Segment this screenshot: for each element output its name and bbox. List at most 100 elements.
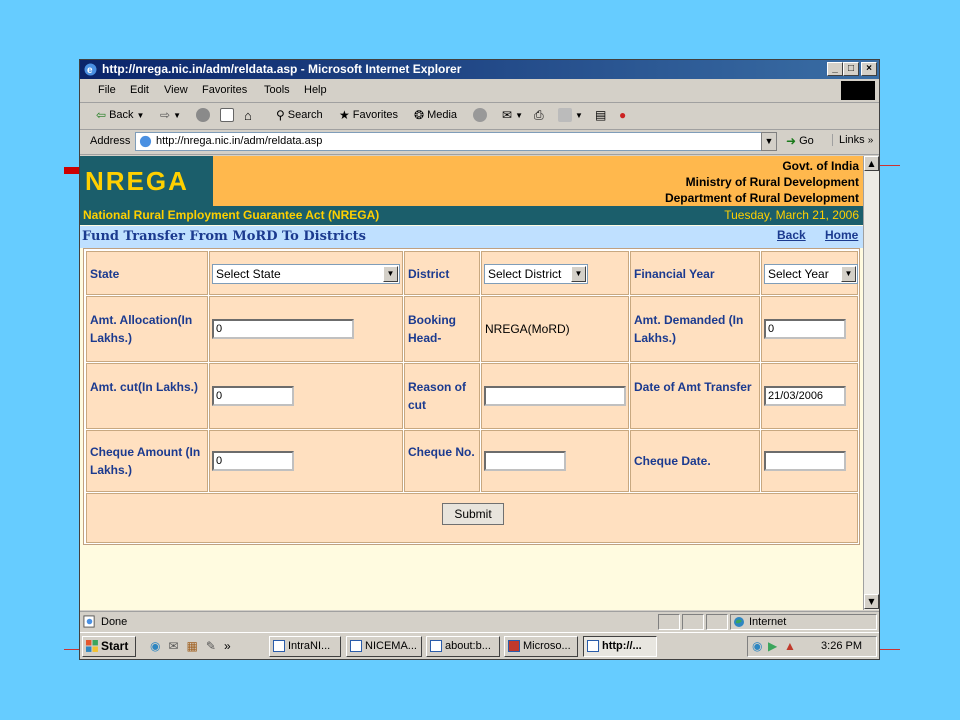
status-segment-1 [658, 614, 680, 630]
page-icon [139, 135, 152, 148]
task-nicemail[interactable]: NICEMA... [346, 636, 422, 657]
cheque-date-input-cell [761, 430, 858, 492]
menu-view[interactable]: View [164, 84, 188, 96]
booking-value-cell: NREGA(MoRD) [481, 296, 629, 362]
home-link[interactable]: Home [825, 228, 858, 242]
status-segment-zone: Internet [730, 614, 877, 630]
cheque-date-input[interactable] [764, 451, 846, 471]
search-button[interactable]: ⚲ Search [276, 108, 323, 122]
more-quicklaunch[interactable]: » [224, 639, 231, 653]
forward-button[interactable]: ⇨ ▼ [160, 108, 181, 122]
fy-label-cell: Financial Year [630, 251, 760, 295]
task-nrega-browser[interactable]: http://... [583, 636, 657, 657]
menu-help[interactable]: Help [304, 84, 327, 96]
menu-favorites[interactable]: Favorites [202, 84, 247, 96]
clock: 3:26 PM [821, 640, 862, 652]
refresh-button[interactable] [220, 108, 234, 122]
demanded-input[interactable]: 0 [764, 319, 846, 339]
go-button[interactable]: ➜ Go [786, 134, 814, 148]
back-dropdown-icon: ▼ [136, 110, 145, 120]
status-bar: Done Internet [80, 611, 879, 632]
demanded-label: Amt. Demanded (In Lakhs.) [634, 313, 744, 345]
back-label: Back [109, 109, 134, 121]
cheque-amt-label: Cheque Amount (In Lakhs.) [90, 445, 201, 477]
ie-icon: e [84, 63, 97, 76]
scroll-up-button[interactable]: ▲ [864, 156, 879, 171]
cheque-no-input[interactable] [484, 451, 566, 471]
cheque-no-input-cell [481, 430, 629, 492]
messenger-icon: ● [619, 108, 627, 122]
cut-input[interactable]: 0 [212, 386, 294, 406]
outlook-quicklaunch-icon[interactable]: ✉ [168, 639, 178, 653]
govt-line-3: Department of Rural Development [664, 191, 859, 205]
slide-decoration-line-bottom-right [880, 649, 900, 650]
home-icon: ⌂ [244, 108, 252, 123]
security-tray-icon[interactable]: ▲ [784, 639, 796, 653]
start-button[interactable]: Start [82, 636, 136, 657]
toolbar: ⇦ Back ▼ ⇨ ▼ ⌂ ⚲ Search ★ Favorites ❂ Me… [80, 103, 879, 130]
district-select[interactable]: Select District ▼ [484, 264, 588, 284]
menu-edit[interactable]: Edit [130, 84, 149, 96]
govt-block: Govt. of India Ministry of Rural Develop… [665, 158, 859, 206]
cheque-amt-input[interactable]: 0 [212, 451, 294, 471]
ie-task-icon [350, 640, 362, 652]
close-button[interactable]: × [861, 62, 877, 76]
notepad-quicklaunch-icon[interactable]: ✎ [206, 639, 216, 653]
search-label: Search [287, 109, 323, 121]
booking-value: NREGA(MoRD) [485, 322, 570, 336]
menu-tools[interactable]: Tools [264, 84, 290, 96]
address-dropdown-button[interactable]: ▼ [761, 132, 777, 151]
ie-quicklaunch-icon[interactable]: ◉ [150, 639, 160, 653]
quick-launch: ◉ ✉ ▦ ✎ » [150, 639, 231, 653]
desktop-quicklaunch-icon[interactable]: ▦ [187, 639, 198, 653]
back-link[interactable]: Back [777, 228, 806, 242]
fy-select[interactable]: Select Year ▼ [764, 264, 858, 284]
address-input[interactable]: http://nrega.nic.in/adm/reldata.asp [135, 132, 775, 151]
task-intranet[interactable]: IntraNI... [269, 636, 341, 657]
fy-select-value: Select Year [768, 267, 829, 281]
powerpoint-task-icon [508, 640, 520, 652]
forward-arrow-icon: ⇨ [160, 108, 171, 122]
reason-input[interactable] [484, 386, 626, 406]
state-select-value: Select State [216, 267, 281, 281]
site-banner: NREGA Govt. of India Ministry of Rural D… [80, 156, 863, 206]
back-button[interactable]: ⇦ Back ▼ [96, 108, 144, 122]
transfer-date-input[interactable]: 21/03/2006 [764, 386, 846, 406]
fund-transfer-form: State Select State ▼ District Select Dist… [83, 248, 860, 545]
history-icon [473, 108, 487, 122]
search-icon: ⚲ [276, 108, 285, 122]
current-date: Tuesday, March 21, 2006 [724, 208, 859, 222]
alloc-input[interactable]: 0 [212, 319, 354, 339]
submit-cell: Submit [86, 493, 858, 543]
messenger-button[interactable]: ● [619, 108, 626, 122]
act-title: National Rural Employment Guarantee Act … [83, 208, 380, 222]
submit-button[interactable]: Submit [442, 503, 504, 525]
task-powerpoint[interactable]: Microso... [504, 636, 578, 657]
cheque-no-label-cell: Cheque No. [404, 430, 480, 492]
task-about-blank[interactable]: about:b... [426, 636, 500, 657]
chevron-right-icon: » [867, 135, 874, 146]
go-arrow-icon: ➜ [786, 134, 797, 148]
menu-file[interactable]: File [98, 84, 116, 96]
favorites-button[interactable]: ★ Favorites [339, 108, 398, 122]
task-label: NICEMA... [365, 640, 417, 652]
scroll-down-button[interactable]: ▼ [864, 594, 879, 609]
print-button[interactable]: ⎙ [534, 108, 544, 123]
home-button[interactable]: ⌂ [244, 108, 252, 123]
state-select[interactable]: Select State ▼ [212, 264, 400, 284]
vertical-scrollbar[interactable]: ▲ ▼ [863, 156, 879, 610]
mail-button[interactable]: ✉ ▼ [502, 108, 523, 122]
history-button[interactable] [473, 108, 487, 122]
links-button[interactable]: Links » [832, 134, 873, 146]
discuss-button[interactable]: ▤ [595, 108, 606, 122]
network-tray-icon[interactable]: ◉ [752, 639, 762, 653]
state-select-cell: Select State ▼ [209, 251, 403, 295]
go-label: Go [799, 135, 814, 147]
minimize-button[interactable]: _ [827, 62, 843, 76]
maximize-button[interactable]: □ [843, 62, 859, 76]
edit-button[interactable]: ▼ [558, 108, 583, 122]
media-button[interactable]: ❂ Media [414, 108, 457, 122]
media-tray-icon[interactable]: ▶ [768, 639, 777, 653]
stop-button[interactable] [196, 108, 210, 122]
slide-decoration-mark [64, 167, 80, 174]
